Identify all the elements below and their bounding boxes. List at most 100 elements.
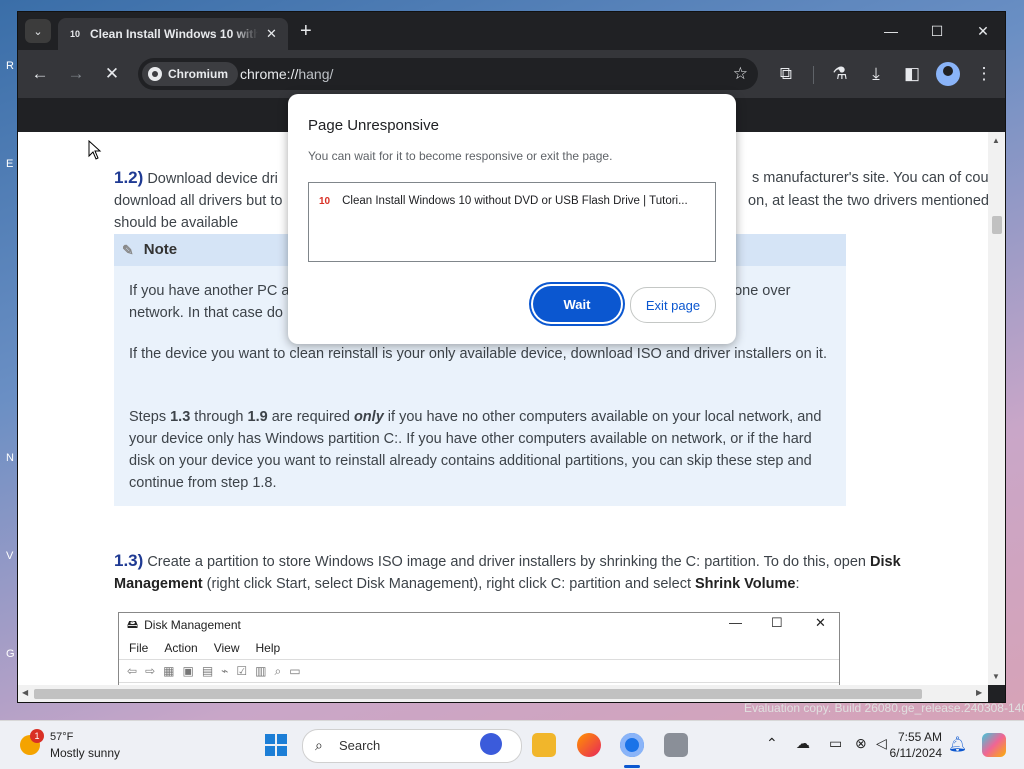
tab-active[interactable]: 10 Clean Install Windows 10 without ✕: [58, 18, 288, 50]
start-icon[interactable]: [265, 734, 287, 756]
profile-icon[interactable]: [936, 62, 960, 86]
labs-icon[interactable]: ⚗: [828, 62, 852, 86]
dm-help-icon: ▣: [182, 664, 194, 678]
tab-strip: ⌄ 10 Clean Install Windows 10 without ✕ …: [18, 12, 1005, 50]
app-icon[interactable]: [664, 733, 688, 757]
copilot-icon[interactable]: [982, 733, 1006, 757]
desktop-icon-fragment: R: [6, 60, 14, 72]
vertical-scroll-thumb[interactable]: [992, 216, 1002, 234]
display-icon[interactable]: ▭: [829, 735, 842, 752]
extensions-icon[interactable]: ⧉: [774, 62, 798, 86]
tray-chevron-icon[interactable]: ⌃: [766, 735, 778, 752]
bookmark-star-icon[interactable]: ☆: [733, 64, 748, 84]
dm-maximize-icon: ☐: [771, 615, 783, 630]
weather-condition: Mostly sunny: [50, 746, 121, 760]
dm-menu-file: File: [129, 641, 149, 655]
scroll-right-icon[interactable]: ▶: [976, 688, 982, 697]
download-icon[interactable]: ⤓: [864, 62, 888, 86]
exit-page-button[interactable]: Exit page: [630, 287, 716, 323]
dm-list-icon: ▤: [201, 664, 214, 678]
desktop-icon-fragment: G: [6, 648, 15, 660]
desktop-icon-fragment: E: [6, 158, 14, 170]
dialog-subtitle: You can wait for it to become responsive…: [308, 149, 613, 163]
notification-badge: 1: [30, 729, 44, 743]
dm-grid-icon: ▦: [163, 664, 175, 678]
evaluation-watermark: Evaluation copy. Build 26080.ge_release.…: [744, 701, 1024, 715]
taskbar: 1 57°F Mostly sunny ⌕ Search ⌃ ☁ ▭ ⊗ ◁ 7…: [0, 720, 1024, 769]
close-window-icon[interactable]: ✕: [960, 18, 1006, 44]
dm-menu-help: Help: [255, 641, 281, 655]
dm-back-icon: ⇦: [127, 664, 138, 678]
back-icon[interactable]: ←: [28, 62, 52, 86]
search-label: Search: [339, 738, 381, 753]
note-paragraph-2: If the device you want to clean reinstal…: [129, 346, 827, 362]
weather-widget[interactable]: 1 57°F Mostly sunny: [20, 729, 150, 763]
site-info-chip[interactable]: Chromium: [142, 62, 238, 86]
step-1-3: 1.3) Create a partition to store Windows…: [114, 551, 901, 592]
forward-icon[interactable]: →: [64, 62, 88, 86]
notification-bell-icon[interactable]: 🔔︎: [948, 735, 967, 753]
page-favicon-icon: 10: [319, 195, 331, 207]
unresponsive-page-item: 10 Clean Install Windows 10 without DVD …: [319, 195, 688, 207]
toolbar: ← → ✕ Chromium chrome://hang/ ☆ ⧉ ⚗ ⤓ ◧ …: [18, 50, 1005, 98]
dm-menubar: File Action View Help: [119, 637, 839, 659]
note-pencil-icon: ✎: [122, 242, 134, 258]
stop-icon[interactable]: ✕: [100, 62, 124, 86]
dm-toolbar: ⇦ ⇨ ▦ ▣ ▤ ⌁ ☑ ▥ ⌕ ▭: [119, 659, 839, 683]
chromium-taskbar-icon[interactable]: [620, 733, 644, 757]
address-bar[interactable]: Chromium chrome://hang/ ☆: [138, 58, 758, 90]
scroll-left-icon[interactable]: ◀: [22, 688, 28, 697]
close-icon[interactable]: ✕: [266, 26, 277, 42]
toolbar-divider: [813, 66, 814, 84]
cloud-offline-icon[interactable]: ☁: [796, 735, 810, 752]
firefox-icon[interactable]: [577, 733, 601, 757]
copilot-watch-icon[interactable]: [480, 733, 502, 755]
page-title: Clean Install Windows 10 without DVD or …: [342, 195, 688, 207]
wait-button[interactable]: Wait: [533, 286, 621, 322]
dm-folder-icon: ▥: [255, 664, 267, 678]
page-unresponsive-dialog: Page Unresponsive You can wait for it to…: [288, 94, 736, 344]
dm-connect-icon: ⌁: [221, 664, 229, 678]
vertical-scrollbar[interactable]: ▲ ▼: [988, 132, 1005, 685]
time: 7:55 AM: [897, 730, 942, 744]
disk-management-screenshot: 🖴 Disk Management — ☐ ✕ File Action View…: [118, 612, 840, 685]
note-title: Note: [143, 241, 178, 258]
file-explorer-icon[interactable]: [532, 733, 556, 757]
temperature: 57°F: [50, 731, 74, 743]
dm-menu-action: Action: [164, 641, 198, 655]
dialog-title: Page Unresponsive: [308, 117, 439, 134]
dm-forward-icon: ⇨: [145, 664, 156, 678]
dm-menu-view: View: [213, 641, 240, 655]
side-panel-icon[interactable]: ◧: [900, 62, 924, 86]
disk-icon: 🖴: [127, 618, 139, 631]
menu-icon[interactable]: ⋮: [972, 62, 996, 86]
maximize-icon[interactable]: ☐: [914, 18, 960, 44]
new-tab-icon[interactable]: +: [300, 21, 312, 41]
desktop-icon-fragment: N: [6, 452, 14, 464]
url-text[interactable]: chrome://hang/: [240, 66, 333, 82]
unresponsive-pages-list: 10 Clean Install Windows 10 without DVD …: [308, 182, 716, 262]
chromium-icon: [148, 67, 162, 81]
scroll-down-icon[interactable]: ▼: [992, 672, 1000, 681]
dm-search-icon: ⌕: [274, 663, 282, 678]
dm-title: Disk Management: [144, 618, 241, 632]
clock[interactable]: 7:55 AM 6/11/2024: [884, 729, 943, 761]
network-icon[interactable]: ⊗: [855, 735, 867, 752]
dm-minimize-icon: —: [729, 615, 742, 630]
dm-close-icon: ✕: [815, 615, 826, 630]
scroll-up-icon[interactable]: ▲: [992, 136, 1000, 145]
tab-title: Clean Install Windows 10 without: [90, 27, 258, 41]
dm-check-icon: ☑: [236, 664, 248, 678]
desktop-icon-fragment: V: [6, 550, 14, 562]
date: 6/11/2024: [889, 746, 943, 760]
horizontal-scroll-thumb[interactable]: [34, 689, 922, 699]
search-icon: ⌕: [315, 737, 323, 753]
tab-favicon-icon: 10: [69, 29, 80, 39]
horizontal-scrollbar[interactable]: ◀ ▶: [18, 685, 988, 702]
tab-search-icon[interactable]: ⌄: [25, 19, 51, 43]
minimize-icon[interactable]: —: [868, 18, 914, 44]
mouse-cursor-icon: [88, 140, 102, 160]
chip-label: Chromium: [168, 67, 228, 81]
dm-properties-icon: ▭: [289, 664, 301, 678]
note-paragraph-3: Steps 1.3 through 1.9 are required only …: [129, 409, 822, 491]
